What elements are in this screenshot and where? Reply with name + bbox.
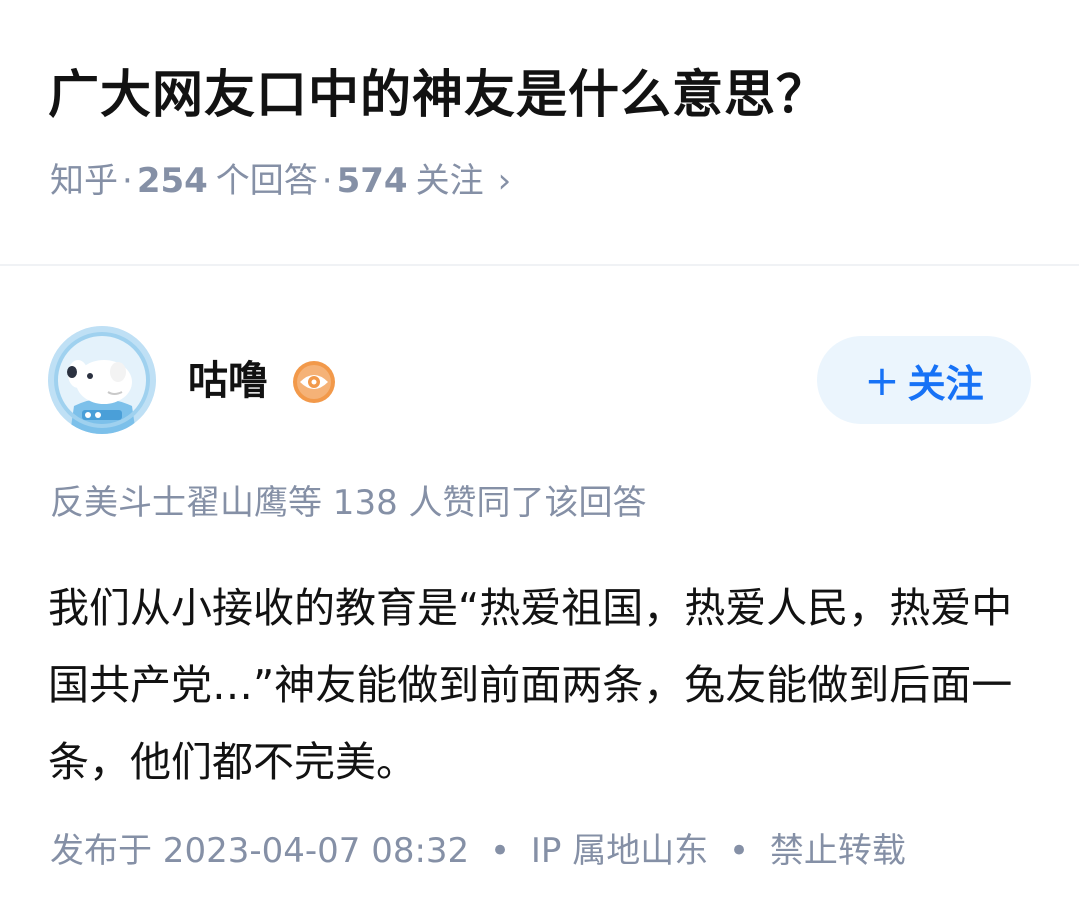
footer-separator: • [490,831,511,871]
answers-label: 个回答 [215,161,318,201]
chevron-right-icon[interactable]: › [498,156,512,206]
answer-footer: 发布于 2023-04-07 08:32 • IP 属地山东 • 禁止转载 [50,826,906,876]
source-label: 知乎 [50,161,118,201]
meta-separator: · [122,161,133,201]
question-title[interactable]: 广大网友口中的神友是什么意思？ [48,60,1039,132]
plus-icon: + [864,355,900,405]
follow-button[interactable]: + 关注 [817,336,1031,424]
voters-summary[interactable]: 反美斗士翟山鹰等 138 人赞同了该回答 [50,478,647,528]
follow-label: 关注 [907,361,984,406]
author-row: 咕噜 + 关注 [48,326,1031,436]
published-time: 发布于 2023-04-07 08:32 [50,831,470,871]
answer-page: 广大网友口中的神友是什么意思？ 知乎 · 254 个回答 · 574 关注 › [0,0,1079,910]
question-meta[interactable]: 知乎 · 254 个回答 · 574 关注 › [50,156,511,206]
divider [0,264,1079,266]
dog-astronaut-avatar-icon [48,326,156,434]
meta-separator: · [321,161,333,201]
answers-count: 254 [136,161,208,201]
answer-content[interactable]: 我们从小接收的教育是“热爱祖国，热爱人民，热爱中国共产党…”神友能做到前面两条，… [48,570,1038,801]
ip-location: IP 属地山东 [530,831,709,871]
footer-separator: • [729,831,750,871]
avatar[interactable] [48,326,156,434]
author-name[interactable]: 咕噜 [188,354,268,408]
copyright-notice: 禁止转载 [769,831,906,871]
answer-paragraph: 我们从小接收的教育是“热爱祖国，热爱人民，热爱中国共产党…”神友能做到前面两条，… [48,584,1013,786]
followers-count: 574 [336,161,408,201]
eye-badge-icon[interactable] [292,360,336,404]
followers-label: 关注 [415,161,484,201]
